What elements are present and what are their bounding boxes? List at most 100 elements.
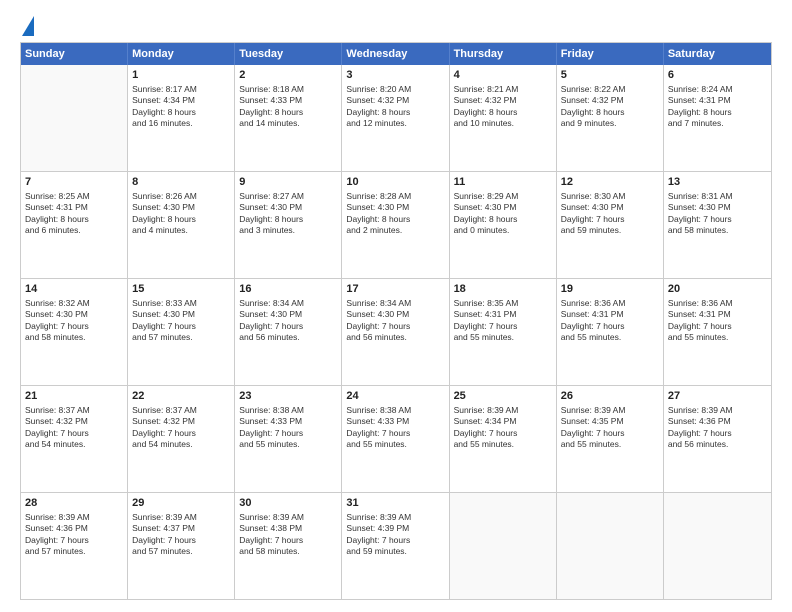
calendar-cell: 15Sunrise: 8:33 AMSunset: 4:30 PMDayligh… [128,279,235,385]
day-info: and 58 minutes. [239,546,299,556]
day-info: Daylight: 7 hours [454,428,518,438]
calendar-cell: 6Sunrise: 8:24 AMSunset: 4:31 PMDaylight… [664,65,771,171]
day-info: Sunrise: 8:39 AM [25,512,90,522]
calendar-cell: 3Sunrise: 8:20 AMSunset: 4:32 PMDaylight… [342,65,449,171]
day-info: and 58 minutes. [25,332,85,342]
calendar-cell: 25Sunrise: 8:39 AMSunset: 4:34 PMDayligh… [450,386,557,492]
calendar-cell [450,493,557,599]
day-info: Sunset: 4:33 PM [239,416,302,426]
day-info: Sunset: 4:30 PM [346,309,409,319]
day-info: Daylight: 7 hours [561,321,625,331]
day-info: Daylight: 7 hours [132,321,196,331]
day-number: 3 [346,68,444,83]
calendar-cell: 20Sunrise: 8:36 AMSunset: 4:31 PMDayligh… [664,279,771,385]
day-number: 12 [561,175,659,190]
day-info: Sunrise: 8:38 AM [239,405,304,415]
day-info: and 12 minutes. [346,118,406,128]
day-info: Sunrise: 8:28 AM [346,191,411,201]
day-info: Daylight: 7 hours [668,214,732,224]
day-info: Sunset: 4:39 PM [346,523,409,533]
day-number: 5 [561,68,659,83]
day-info: and 59 minutes. [346,546,406,556]
calendar-header-day: Thursday [450,43,557,65]
day-number: 13 [668,175,767,190]
day-number: 9 [239,175,337,190]
calendar-cell: 18Sunrise: 8:35 AMSunset: 4:31 PMDayligh… [450,279,557,385]
calendar-cell: 22Sunrise: 8:37 AMSunset: 4:32 PMDayligh… [128,386,235,492]
day-info: Sunrise: 8:24 AM [668,84,733,94]
day-info: Sunrise: 8:18 AM [239,84,304,94]
logo-triangle-icon [22,16,34,36]
day-number: 31 [346,496,444,511]
day-info: Sunrise: 8:39 AM [454,405,519,415]
day-number: 8 [132,175,230,190]
day-info: Daylight: 7 hours [239,321,303,331]
day-info: and 7 minutes. [668,118,724,128]
day-info: Sunset: 4:34 PM [132,95,195,105]
day-info: Sunset: 4:31 PM [454,309,517,319]
calendar: SundayMondayTuesdayWednesdayThursdayFrid… [20,42,772,600]
day-info: and 2 minutes. [346,225,402,235]
calendar-cell: 8Sunrise: 8:26 AMSunset: 4:30 PMDaylight… [128,172,235,278]
day-info: Sunset: 4:30 PM [454,202,517,212]
day-info: Sunset: 4:38 PM [239,523,302,533]
day-number: 18 [454,282,552,297]
day-info: Sunset: 4:31 PM [668,95,731,105]
calendar-week-row: 7Sunrise: 8:25 AMSunset: 4:31 PMDaylight… [21,172,771,279]
calendar-week-row: 1Sunrise: 8:17 AMSunset: 4:34 PMDaylight… [21,65,771,172]
day-info: and 14 minutes. [239,118,299,128]
calendar-header-day: Wednesday [342,43,449,65]
day-number: 19 [561,282,659,297]
calendar-cell: 28Sunrise: 8:39 AMSunset: 4:36 PMDayligh… [21,493,128,599]
day-number: 14 [25,282,123,297]
day-info: Daylight: 7 hours [25,535,89,545]
day-info: and 0 minutes. [454,225,510,235]
day-info: and 55 minutes. [454,332,514,342]
day-info: Daylight: 7 hours [239,535,303,545]
day-info: Daylight: 8 hours [668,107,732,117]
day-number: 27 [668,389,767,404]
day-number: 26 [561,389,659,404]
day-info: Sunrise: 8:34 AM [346,298,411,308]
day-info: Sunrise: 8:20 AM [346,84,411,94]
day-info: and 55 minutes. [561,439,621,449]
day-info: Daylight: 7 hours [132,535,196,545]
day-info: Daylight: 7 hours [25,428,89,438]
day-info: Sunset: 4:33 PM [346,416,409,426]
day-info: and 54 minutes. [25,439,85,449]
page: SundayMondayTuesdayWednesdayThursdayFrid… [0,0,792,612]
day-number: 16 [239,282,337,297]
day-info: and 55 minutes. [346,439,406,449]
day-info: Daylight: 7 hours [346,535,410,545]
day-info: Daylight: 8 hours [25,214,89,224]
day-info: Sunrise: 8:27 AM [239,191,304,201]
day-number: 7 [25,175,123,190]
day-info: Sunrise: 8:17 AM [132,84,197,94]
day-info: and 10 minutes. [454,118,514,128]
day-info: Daylight: 7 hours [668,428,732,438]
calendar-cell: 11Sunrise: 8:29 AMSunset: 4:30 PMDayligh… [450,172,557,278]
day-info: Sunset: 4:30 PM [561,202,624,212]
calendar-cell: 17Sunrise: 8:34 AMSunset: 4:30 PMDayligh… [342,279,449,385]
day-info: Daylight: 7 hours [346,428,410,438]
day-info: and 57 minutes. [132,546,192,556]
day-info: and 56 minutes. [346,332,406,342]
calendar-cell: 16Sunrise: 8:34 AMSunset: 4:30 PMDayligh… [235,279,342,385]
calendar-cell: 9Sunrise: 8:27 AMSunset: 4:30 PMDaylight… [235,172,342,278]
calendar-cell: 23Sunrise: 8:38 AMSunset: 4:33 PMDayligh… [235,386,342,492]
calendar-cell: 13Sunrise: 8:31 AMSunset: 4:30 PMDayligh… [664,172,771,278]
day-info: Sunrise: 8:37 AM [132,405,197,415]
calendar-cell [557,493,664,599]
day-info: Daylight: 7 hours [132,428,196,438]
calendar-cell: 12Sunrise: 8:30 AMSunset: 4:30 PMDayligh… [557,172,664,278]
day-info: Sunset: 4:30 PM [132,309,195,319]
day-number: 29 [132,496,230,511]
day-number: 25 [454,389,552,404]
day-info: Sunset: 4:32 PM [132,416,195,426]
calendar-week-row: 21Sunrise: 8:37 AMSunset: 4:32 PMDayligh… [21,386,771,493]
day-info: and 57 minutes. [132,332,192,342]
calendar-cell: 27Sunrise: 8:39 AMSunset: 4:36 PMDayligh… [664,386,771,492]
calendar-cell [664,493,771,599]
day-info: Sunset: 4:30 PM [346,202,409,212]
day-info: Daylight: 8 hours [239,107,303,117]
